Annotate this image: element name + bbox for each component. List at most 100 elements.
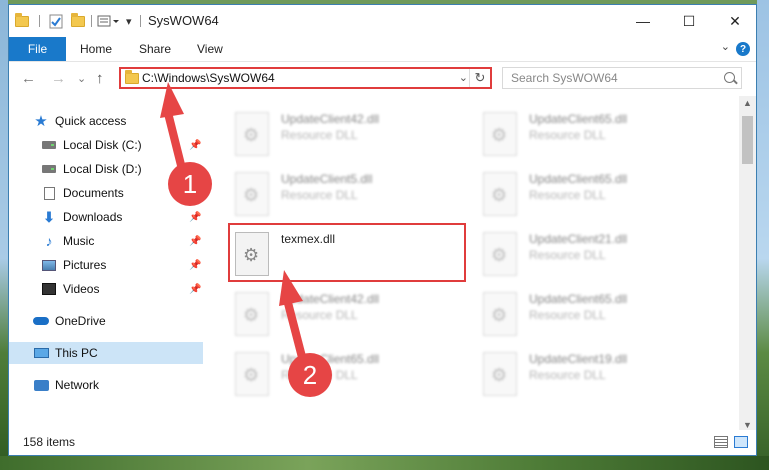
- divider: [39, 15, 40, 27]
- sidebar-item-network[interactable]: Network: [9, 374, 203, 396]
- downloads-icon: ⬇: [43, 208, 55, 225]
- scrollbar-thumb[interactable]: [742, 116, 753, 164]
- divider: [91, 15, 92, 27]
- search-input[interactable]: Search SysWOW64: [511, 71, 618, 85]
- refresh-button[interactable]: ↻: [469, 69, 490, 87]
- list-item[interactable]: UpdateClient19.dll Resource DLL: [475, 348, 715, 406]
- list-item[interactable]: UpdateClient65.dll Resource DLL: [475, 168, 715, 226]
- close-button[interactable]: ✕: [712, 5, 756, 37]
- pc-icon: [33, 348, 49, 358]
- new-folder-icon[interactable]: [71, 12, 85, 30]
- sidebar-item-videos[interactable]: Videos 📌: [9, 278, 203, 300]
- sidebar-item-label: Local Disk (C:): [63, 138, 142, 152]
- forward-button[interactable]: →: [51, 70, 66, 87]
- status-bar: 158 items: [9, 430, 756, 455]
- navigation-pane: ★ Quick access Local Disk (C:) 📌 Local D…: [9, 96, 205, 432]
- sidebar-item-label: Network: [55, 378, 100, 392]
- chevron-down-icon[interactable]: ▾: [126, 12, 132, 30]
- maximize-button[interactable]: ☐: [666, 5, 712, 37]
- videos-icon: [42, 283, 56, 295]
- pin-icon[interactable]: 📌: [189, 260, 201, 271]
- list-item[interactable]: UpdateClient65.dll Resource DLL: [475, 108, 715, 166]
- pin-icon[interactable]: 📌: [189, 236, 201, 247]
- list-item[interactable]: UpdateClient42.dll Resource DLL: [227, 108, 467, 166]
- address-bar[interactable]: C:\Windows\SysWOW64 ⌄ ↻: [119, 67, 492, 89]
- pictures-icon: [42, 259, 56, 271]
- file-type: Resource DLL: [529, 128, 606, 142]
- star-icon: ★: [34, 113, 48, 130]
- music-icon: ♪: [45, 233, 53, 249]
- list-item[interactable]: UpdateClient5.dll Resource DLL: [227, 168, 467, 226]
- dll-file-icon: [235, 172, 269, 216]
- file-name: UpdateClient65.dll: [529, 292, 628, 306]
- pin-icon[interactable]: 📌: [189, 140, 201, 151]
- list-item[interactable]: UpdateClient42.dll Resource DLL: [227, 288, 467, 346]
- list-item[interactable]: UpdateClient65.dll Resource DLL: [227, 348, 467, 406]
- address-path[interactable]: C:\Windows\SysWOW64: [142, 71, 275, 85]
- file-type: Resource DLL: [529, 368, 606, 382]
- minimize-button[interactable]: —: [620, 5, 666, 37]
- sidebar-item-label: This PC: [55, 346, 98, 360]
- list-item[interactable]: UpdateClient65.dll Resource DLL: [475, 288, 715, 346]
- file-name: UpdateClient65.dll: [529, 112, 628, 126]
- title-bar: ▾ SysWOW64 — ☐ ✕: [9, 5, 756, 37]
- tab-view[interactable]: View: [197, 42, 223, 56]
- file-type: Resource DLL: [529, 308, 606, 322]
- sidebar-item-pictures[interactable]: Pictures 📌: [9, 254, 203, 276]
- scroll-down-icon[interactable]: ▼: [743, 420, 752, 430]
- sidebar-item-onedrive[interactable]: OneDrive: [9, 310, 203, 332]
- highlight-box: [228, 223, 466, 282]
- back-button[interactable]: ←: [21, 70, 36, 87]
- step-1-badge: 1: [168, 162, 212, 206]
- dll-file-icon: [235, 112, 269, 156]
- ribbon: File Home Share View ⌄ ?: [9, 37, 756, 62]
- up-button[interactable]: ↑: [96, 70, 104, 87]
- pin-icon[interactable]: 📌: [189, 284, 201, 295]
- chevron-down-icon[interactable]: ⌄: [459, 71, 468, 84]
- sidebar-item-label: Music: [63, 234, 95, 248]
- sidebar-item-this-pc[interactable]: This PC: [9, 342, 203, 364]
- file-type: Resource DLL: [529, 248, 606, 262]
- desktop-background: [757, 0, 769, 470]
- onedrive-icon: [33, 317, 49, 325]
- sidebar-item-local-disk-c[interactable]: Local Disk (C:) 📌: [9, 134, 203, 156]
- help-icon[interactable]: ?: [736, 42, 750, 56]
- dll-file-icon: [483, 352, 517, 396]
- dll-file-icon: [483, 112, 517, 156]
- sidebar-item-label: Videos: [63, 282, 100, 296]
- item-count: 158 items: [23, 435, 76, 449]
- documents-icon: [43, 186, 55, 200]
- navigation-bar: ← → ⌄ ↑ C:\Windows\SysWOW64 ⌄ ↻ Search S…: [9, 62, 756, 96]
- vertical-scrollbar[interactable]: ▲ ▼: [739, 96, 756, 432]
- folder-icon: [15, 12, 31, 30]
- customize-toolbar-icon[interactable]: [97, 12, 123, 30]
- folder-icon: [125, 70, 139, 84]
- sidebar-item-quick-access[interactable]: ★ Quick access: [9, 110, 203, 132]
- scroll-up-icon[interactable]: ▲: [743, 98, 752, 108]
- file-name: UpdateClient42.dll: [281, 112, 380, 126]
- step-2-badge: 2: [288, 353, 332, 397]
- chevron-down-icon[interactable]: ⌄: [721, 40, 730, 53]
- file-name: UpdateClient19.dll: [529, 352, 628, 366]
- large-icons-view-icon[interactable]: [734, 436, 748, 448]
- pin-icon[interactable]: 📌: [189, 212, 201, 223]
- search-box[interactable]: Search SysWOW64: [502, 67, 742, 89]
- details-view-icon[interactable]: [714, 436, 728, 448]
- file-name: UpdateClient21.dll: [529, 232, 628, 246]
- list-item[interactable]: UpdateClient21.dll Resource DLL: [475, 228, 715, 286]
- window-title: SysWOW64: [148, 13, 219, 28]
- sidebar-item-music[interactable]: ♪ Music 📌: [9, 230, 203, 252]
- file-name: UpdateClient5.dll: [281, 172, 373, 186]
- recent-locations-button[interactable]: ⌄: [77, 72, 86, 85]
- tab-home[interactable]: Home: [80, 42, 112, 56]
- sidebar-item-label: OneDrive: [55, 314, 106, 328]
- drive-icon: [42, 165, 56, 173]
- file-type: Resource DLL: [281, 188, 358, 202]
- tab-share[interactable]: Share: [139, 42, 171, 56]
- drive-icon: [42, 141, 56, 149]
- tab-file[interactable]: File: [9, 37, 66, 61]
- file-name: UpdateClient65.dll: [529, 172, 628, 186]
- properties-icon[interactable]: [49, 12, 63, 30]
- dll-file-icon: [483, 292, 517, 336]
- sidebar-item-downloads[interactable]: ⬇ Downloads 📌: [9, 206, 203, 228]
